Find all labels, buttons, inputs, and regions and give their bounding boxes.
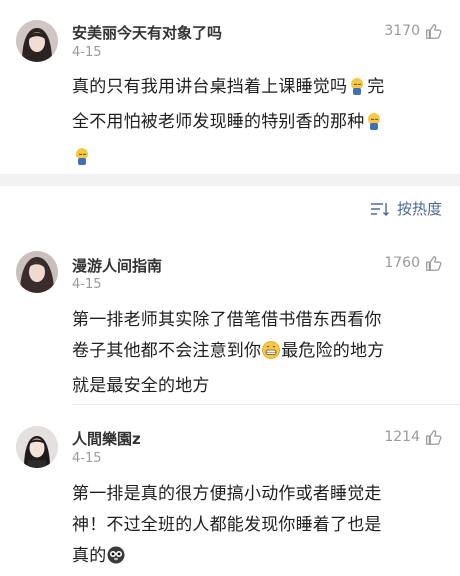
comment-text: 真的只有我用讲台桌挡着上课睡觉吗完 全不用怕被老师发现睡的特别香的那种 (72, 72, 444, 177)
thumbs-up-icon (426, 430, 442, 445)
sleeping-emoji-icon (347, 76, 367, 107)
comment-text-line: 卷子其他都不会注意到你 (72, 341, 262, 361)
avatar[interactable] (16, 251, 58, 293)
thumbs-up-icon (426, 24, 442, 39)
comment-text-line: 最危险的地方 (281, 341, 385, 361)
user-avatar-image (16, 20, 58, 62)
username[interactable]: 安美丽今天有对象了吗 (72, 22, 222, 43)
comment-text: 第一排是真的很方便搞小动作或者睡觉走 神！不过全班的人都能发现你睡着了也是 真的 (72, 479, 444, 576)
avatar[interactable] (16, 426, 58, 468)
section-divider (0, 174, 460, 186)
username[interactable]: 漫游人间指南 (72, 255, 162, 276)
comment-date: 4-15 (72, 277, 102, 292)
comment-text-line: 第一排是真的很方便搞小动作或者睡觉走 (72, 484, 382, 504)
sort-toggle[interactable]: 按热度 (369, 198, 442, 219)
thumbs-up-icon (426, 256, 442, 271)
comment-text-line: 真的只有我用讲台桌挡着上课睡觉吗 (72, 77, 348, 97)
comment-date: 4-15 (72, 451, 102, 466)
sleeping-emoji-icon (72, 146, 92, 177)
sort-label: 按热度 (396, 200, 442, 218)
like-button[interactable]: 1760 (384, 254, 442, 272)
like-button[interactable]: 3170 (384, 22, 442, 40)
grin-emoji-icon (261, 340, 281, 371)
comment-text-line: 真的 (72, 546, 107, 566)
like-count: 1214 (384, 429, 420, 445)
comment-text-line: 全不用怕被老师发现睡的特别香的那种 (72, 112, 365, 132)
comment-text: 第一排老师其实除了借笔借书借东西看你 卷子其他都不会注意到你 最危险的地方 就是最… (72, 305, 444, 402)
comment-text-line: 完 (367, 77, 385, 97)
avatar[interactable] (16, 20, 58, 62)
comment-text-line: 就是最安全的地方 (72, 376, 210, 396)
like-count: 3170 (384, 23, 420, 39)
comment-date: 4-15 (72, 45, 102, 60)
panda-emoji-icon (106, 545, 126, 576)
user-avatar-image (16, 251, 58, 293)
username[interactable]: 人間樂園z (72, 428, 141, 449)
comment-text-line: 神！不过全班的人都能发现你睡着了也是 (72, 515, 382, 535)
comment-separator (72, 404, 460, 405)
user-avatar-image (16, 426, 58, 468)
sort-lines-icon (370, 202, 389, 216)
sleeping-emoji-icon (364, 111, 384, 142)
like-button[interactable]: 1214 (384, 428, 442, 446)
comment-text-line: 第一排老师其实除了借笔借书借东西看你 (72, 310, 382, 330)
like-count: 1760 (384, 255, 420, 271)
